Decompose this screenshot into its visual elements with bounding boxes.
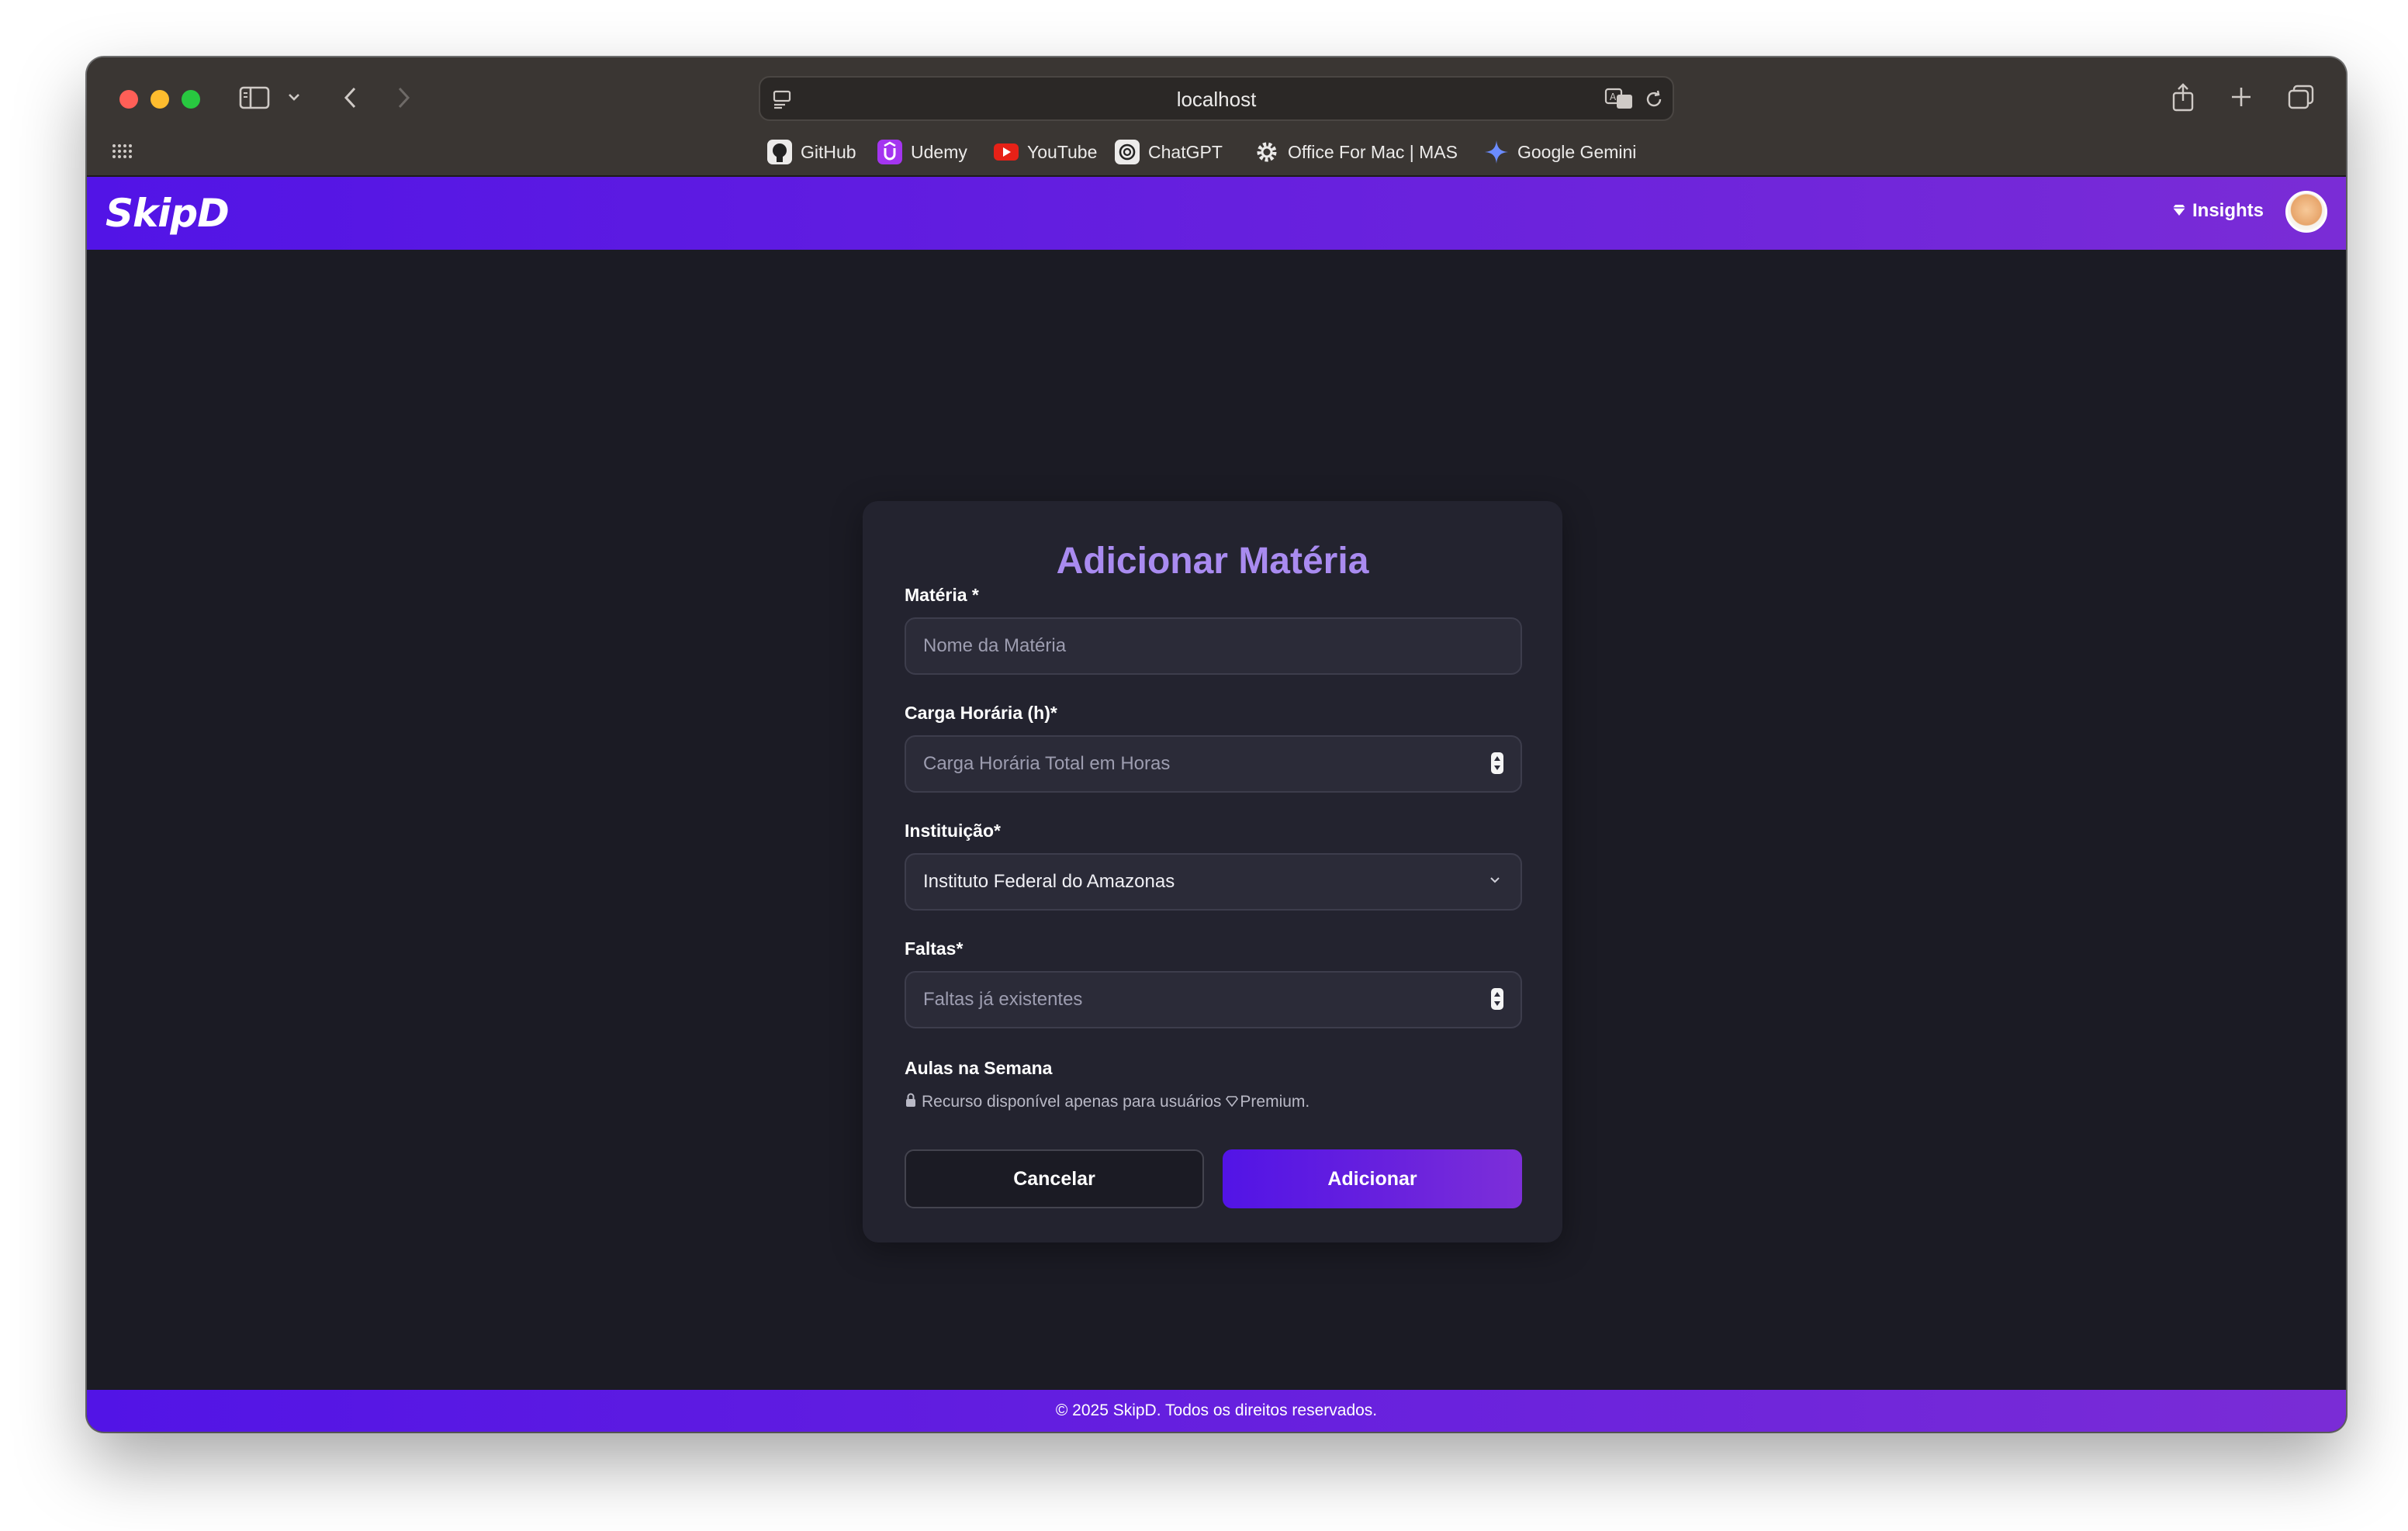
bookmarks-bar: GitHub Udemy YouTube ChatGPT Office For … (87, 135, 2346, 169)
add-subject-card: Adicionar Matéria Matéria * Nome da Maté… (863, 501, 1562, 1242)
zoom-window-button[interactable] (182, 90, 200, 109)
forward-icon[interactable] (394, 85, 413, 110)
bookmark-label: Udemy (911, 141, 967, 162)
browser-window: localhost A GitHub Udemy YouTube ChatGPT… (87, 57, 2346, 1432)
faltas-input[interactable]: Faltas já existentes (905, 971, 1522, 1028)
insights-link[interactable]: Insights (2172, 200, 2264, 222)
footer: © 2025 SkipD. Todos os direitos reservad… (87, 1390, 2346, 1432)
back-icon[interactable] (341, 85, 360, 110)
bookmark-github[interactable]: GitHub (766, 135, 856, 169)
carga-placeholder: Carga Horária Total em Horas (923, 753, 1171, 774)
avatar[interactable] (2285, 191, 2327, 233)
bookmark-label: YouTube (1027, 141, 1098, 162)
bookmark-office[interactable]: Office For Mac | MAS (1254, 135, 1458, 169)
faltas-label: Faltas* (905, 938, 964, 959)
translate-icon[interactable]: A (1604, 87, 1635, 110)
browser-toolbar: localhost A GitHub Udemy YouTube ChatGPT… (87, 57, 2346, 177)
bookmark-gemini[interactable]: Google Gemini (1483, 135, 1636, 169)
carga-stepper[interactable] (1491, 752, 1503, 774)
form-title: Adicionar Matéria (1056, 541, 1369, 582)
address-bar[interactable]: localhost A (759, 76, 1674, 121)
youtube-icon (993, 139, 1019, 165)
carga-horaria-input[interactable]: Carga Horária Total em Horas (905, 735, 1522, 793)
gear-icon (1254, 139, 1280, 165)
insights-label: Insights (2192, 200, 2264, 221)
cancel-button[interactable]: Cancelar (905, 1149, 1204, 1208)
close-window-button[interactable] (119, 90, 138, 109)
reload-icon[interactable] (1643, 88, 1665, 110)
apps-grid-icon[interactable] (112, 143, 132, 160)
bookmark-label: GitHub (801, 141, 856, 162)
footer-copyright: © 2025 SkipD. Todos os direitos reservad… (1055, 1401, 1378, 1419)
faltas-placeholder: Faltas já existentes (923, 989, 1083, 1010)
github-icon (766, 139, 793, 165)
add-button[interactable]: Adicionar (1223, 1149, 1522, 1208)
chatgpt-icon (1114, 139, 1140, 165)
bookmark-chatgpt[interactable]: ChatGPT (1114, 135, 1223, 169)
instituicao-value: Instituto Federal do Amazonas (923, 871, 1175, 892)
instituicao-select[interactable]: Instituto Federal do Amazonas (905, 853, 1522, 911)
lock-icon (905, 1092, 917, 1112)
udemy-icon (877, 139, 903, 165)
diamond-icon (1226, 1093, 1239, 1111)
chevron-down-icon (1488, 875, 1502, 890)
app-header: SkipD Insights (87, 177, 2346, 250)
materia-placeholder: Nome da Matéria (923, 635, 1067, 656)
app-logo[interactable]: SkipD (106, 191, 230, 236)
gemini-icon (1483, 139, 1510, 165)
tab-overview-icon[interactable] (2287, 84, 2315, 110)
premium-note-text: Recurso disponível apenas para usuários (922, 1093, 1222, 1111)
materia-label: Matéria * (905, 585, 979, 605)
carga-label: Carga Horária (h)* (905, 703, 1057, 723)
bookmark-youtube[interactable]: YouTube (993, 135, 1097, 169)
share-icon[interactable] (2171, 82, 2195, 113)
aulas-label: Aulas na Semana (905, 1058, 1053, 1078)
sidebar-toggle-icon[interactable] (239, 85, 270, 110)
minimize-window-button[interactable] (150, 90, 169, 109)
premium-label: Premium. (1240, 1093, 1310, 1111)
main-content: Adicionar Matéria Matéria * Nome da Maté… (87, 250, 2346, 1390)
materia-input[interactable]: Nome da Matéria (905, 617, 1522, 675)
svg-text:A: A (1610, 92, 1617, 102)
diamond-icon (2172, 200, 2186, 222)
premium-note: Recurso disponível apenas para usuários … (905, 1092, 1310, 1112)
bookmark-label: Google Gemini (1517, 141, 1637, 162)
bookmark-label: Office For Mac | MAS (1288, 141, 1458, 162)
faltas-stepper[interactable] (1491, 988, 1503, 1010)
bookmark-udemy[interactable]: Udemy (877, 135, 967, 169)
instituicao-label: Instituição* (905, 821, 1001, 841)
new-tab-icon[interactable] (2230, 85, 2253, 109)
url-text: localhost (1176, 88, 1257, 111)
bookmark-label: ChatGPT (1148, 141, 1223, 162)
chevron-down-icon[interactable] (287, 92, 301, 102)
